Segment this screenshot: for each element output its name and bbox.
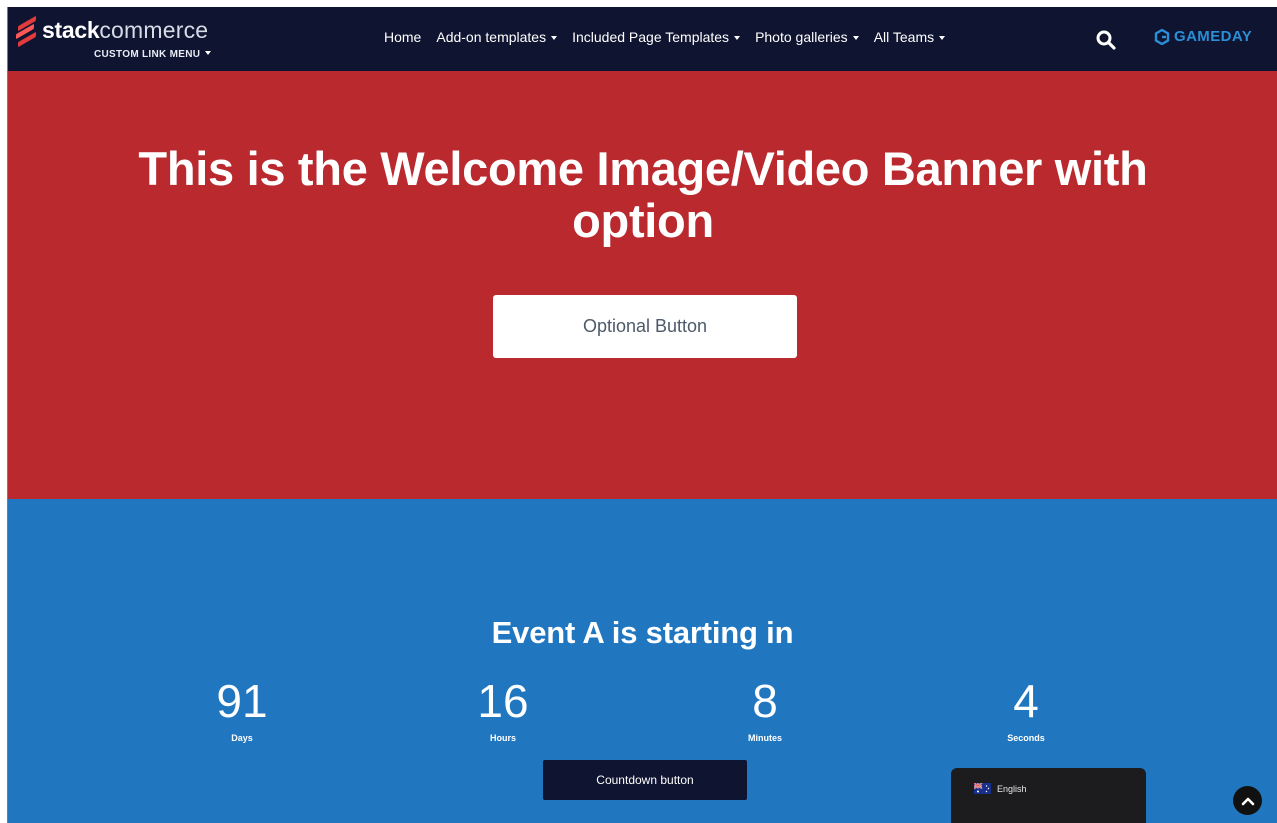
gameday-g-icon [1154,28,1170,45]
custom-link-menu[interactable]: CUSTOM LINK MENU [94,49,226,60]
countdown-value: 8 [752,675,778,727]
countdown-value: 91 [216,675,268,727]
gameday-logo-text: GAMEDAY [1174,28,1253,45]
countdown-label: Hours [489,733,516,743]
australia-flag-icon [974,783,991,794]
brand-mark-icon [16,15,38,48]
nav-item-label: Included Page Templates [572,29,730,45]
brand-name-bold: stack [42,16,100,43]
gameday-logo[interactable]: GAMEDAY [1154,28,1252,45]
top-navigation: stack commerce CUSTOM LINK MENU Home Add… [8,7,1277,71]
countdown-title: Event A is starting in [491,615,794,650]
page-frame: stack commerce CUSTOM LINK MENU Home Add… [7,7,1277,823]
countdown-label: Minutes [747,733,782,743]
nav-item-photo-galleries[interactable]: Photo galleries [755,29,859,45]
countdown-button[interactable]: Countdown button [543,760,747,800]
nav-item-label: All Teams [873,29,935,45]
countdown-minutes: 8 Minutes [695,675,835,743]
countdown-days: 91 Days [172,675,312,743]
custom-link-menu-label: CUSTOM LINK MENU [94,49,201,60]
countdown-value: 16 [477,675,529,727]
chevron-up-icon [1241,797,1254,805]
countdown-hours: 16 Hours [433,675,573,743]
language-selector[interactable]: English [951,768,1146,823]
optional-button[interactable]: Optional Button [493,295,797,358]
nav-item-included-page-templates[interactable]: Included Page Templates [572,29,741,45]
search-icon[interactable] [1096,30,1116,50]
nav-item-label: Photo galleries [755,29,848,45]
welcome-banner: This is the Welcome Image/Video Banner w… [8,71,1277,499]
scroll-to-top-button[interactable] [1233,786,1262,815]
nav-item-all-teams[interactable]: All Teams [873,29,946,45]
countdown-seconds: 4 Seconds [956,675,1096,743]
countdown-label: Seconds [1007,733,1045,743]
nav-item-label: Home [384,29,422,45]
chevron-down-icon [551,36,558,40]
countdown-value: 4 [1013,675,1039,727]
chevron-down-icon [852,36,859,40]
chevron-down-icon [205,51,212,55]
nav-item-home[interactable]: Home [384,29,421,45]
main-menu: Home Add-on templates Included Page Temp… [384,29,946,45]
chevron-down-icon [734,36,741,40]
countdown-label: Days [231,733,253,743]
nav-item-add-on-templates[interactable]: Add-on templates [436,29,558,45]
chevron-down-icon [939,36,946,40]
language-label: English [997,784,1027,794]
nav-item-label: Add-on templates [436,29,547,45]
brand: stack commerce CUSTOM LINK MENU [16,15,226,65]
brand-logo[interactable]: stack commerce [16,15,226,48]
brand-name-light: commerce [99,16,209,43]
banner-title: This is the Welcome Image/Video Banner w… [138,142,1148,247]
